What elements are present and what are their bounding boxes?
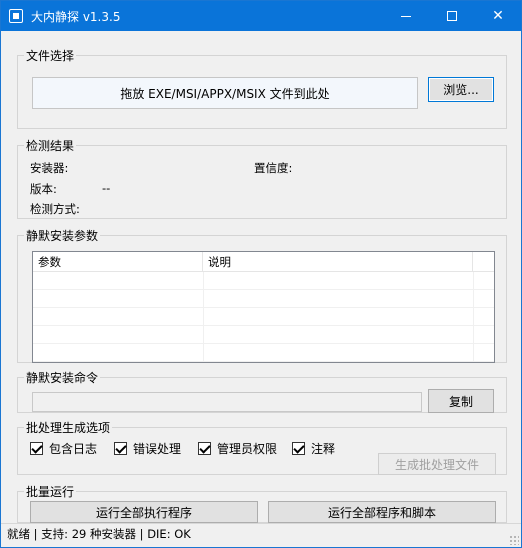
column-header-param[interactable]: 参数 bbox=[33, 252, 203, 272]
table-row bbox=[33, 290, 494, 308]
table-row bbox=[33, 326, 494, 344]
table-row bbox=[33, 272, 494, 290]
batch-options-group: 批处理生成选项 包含日志 错误处理 管理员权限 注释 生成批处理文件 bbox=[17, 419, 507, 475]
maximize-icon bbox=[447, 11, 457, 21]
drop-zone-text: 拖放 EXE/MSI/APPX/MSIX 文件到此处 bbox=[120, 86, 330, 101]
close-icon: ✕ bbox=[492, 8, 504, 24]
maximize-button[interactable] bbox=[429, 1, 475, 31]
generate-batch-button[interactable]: 生成批处理文件 bbox=[378, 453, 496, 475]
batch-run-legend: 批量运行 bbox=[26, 485, 75, 499]
status-text: 就绪 | 支持: 29 种安装器 | DIE: OK bbox=[7, 527, 191, 541]
title-bar[interactable]: 大内静探 v1.3.5 ✕ bbox=[1, 1, 521, 31]
include-log-checkbox[interactable]: 包含日志 bbox=[30, 440, 97, 457]
detect-result-group: 检测结果 安装器: 置信度: 版本: -- 检测方式: bbox=[17, 137, 507, 219]
params-table-header: 参数 说明 bbox=[33, 252, 494, 272]
detect-method-label: 检测方式: bbox=[30, 202, 80, 216]
admin-rights-checkbox[interactable]: 管理员权限 bbox=[198, 440, 277, 457]
table-row bbox=[33, 308, 494, 326]
file-select-legend: 文件选择 bbox=[26, 49, 75, 63]
resize-grip-icon[interactable] bbox=[509, 535, 519, 545]
confidence-label: 置信度: bbox=[254, 161, 293, 175]
silent-params-legend: 静默安装参数 bbox=[26, 229, 99, 243]
detect-result-legend: 检测结果 bbox=[26, 139, 75, 153]
table-row bbox=[33, 344, 494, 362]
checkbox-check-icon bbox=[114, 442, 127, 455]
minimize-icon bbox=[401, 15, 411, 17]
window-title: 大内静探 v1.3.5 bbox=[31, 10, 121, 24]
installer-label: 安装器: bbox=[30, 161, 69, 175]
version-value: -- bbox=[102, 181, 111, 195]
minimize-button[interactable] bbox=[383, 1, 429, 31]
error-handling-checkbox[interactable]: 错误处理 bbox=[114, 440, 181, 457]
include-log-label: 包含日志 bbox=[49, 442, 98, 456]
admin-rights-label: 管理员权限 bbox=[217, 442, 278, 456]
batch-run-group: 批量运行 运行全部执行程序 运行全部程序和脚本 bbox=[17, 483, 507, 523]
copy-button[interactable]: 复制 bbox=[428, 389, 494, 413]
silent-params-group: 静默安装参数 参数 说明 bbox=[17, 227, 507, 363]
silent-command-legend: 静默安装命令 bbox=[26, 371, 99, 385]
app-icon bbox=[9, 9, 23, 23]
run-all-executables-button[interactable]: 运行全部执行程序 bbox=[30, 501, 258, 523]
checkbox-check-icon bbox=[30, 442, 43, 455]
file-drop-zone[interactable]: 拖放 EXE/MSI/APPX/MSIX 文件到此处 bbox=[32, 77, 418, 109]
file-select-group: 文件选择 拖放 EXE/MSI/APPX/MSIX 文件到此处 浏览... bbox=[17, 47, 507, 129]
close-button[interactable]: ✕ bbox=[475, 1, 521, 31]
silent-command-group: 静默安装命令 复制 bbox=[17, 369, 507, 413]
status-bar: 就绪 | 支持: 29 种安装器 | DIE: OK bbox=[1, 523, 521, 547]
app-window: 大内静探 v1.3.5 ✕ 文件选择 拖放 EXE/MSI/APPX/MSIX … bbox=[0, 0, 522, 548]
checkbox-check-icon bbox=[292, 442, 305, 455]
params-table[interactable]: 参数 说明 bbox=[32, 251, 495, 363]
column-header-desc[interactable]: 说明 bbox=[203, 252, 473, 272]
error-handling-label: 错误处理 bbox=[133, 442, 182, 456]
silent-command-field[interactable] bbox=[32, 392, 422, 412]
version-label: 版本: bbox=[30, 182, 57, 196]
batch-options-legend: 批处理生成选项 bbox=[26, 421, 111, 435]
comments-checkbox[interactable]: 注释 bbox=[292, 440, 335, 457]
comments-label: 注释 bbox=[311, 442, 336, 456]
browse-button[interactable]: 浏览... bbox=[428, 77, 494, 102]
checkbox-check-icon bbox=[198, 442, 211, 455]
run-all-scripts-button[interactable]: 运行全部程序和脚本 bbox=[268, 501, 496, 523]
